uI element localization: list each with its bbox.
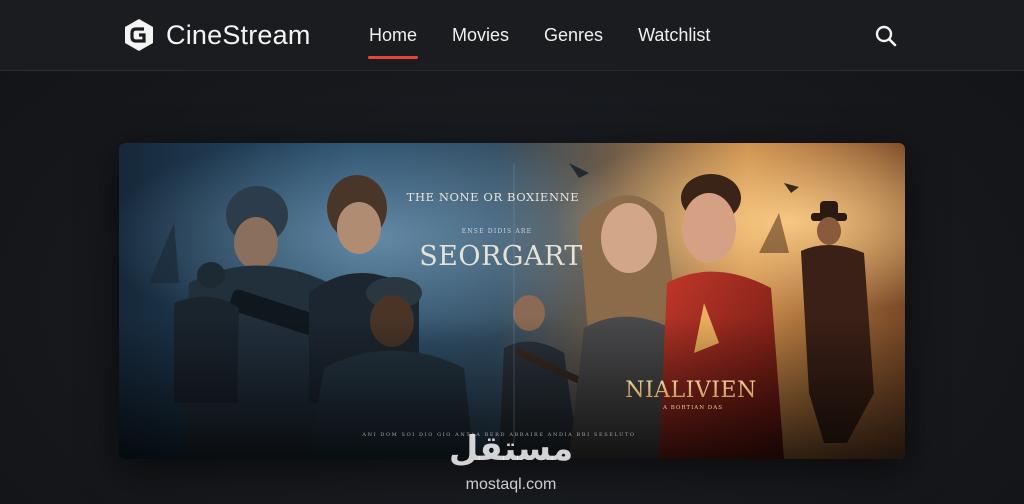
page: CineStream Home Movies Genres Watchlist <box>0 0 1024 504</box>
hero-tagline: THE NONE OR BOXIENNE <box>407 190 580 204</box>
nav-item-watchlist[interactable]: Watchlist <box>638 0 710 71</box>
hero-subline: ENSE DIDIS ARE <box>462 228 532 235</box>
nav-item-movies[interactable]: Movies <box>452 0 509 71</box>
main-nav: Home Movies Genres Watchlist <box>367 0 710 71</box>
nav-item-genres[interactable]: Genres <box>544 0 603 71</box>
hero-right-subline: A BORTIAN DAS <box>662 405 723 411</box>
hero-right-title: NIALIVIEN <box>625 378 757 403</box>
watermark-arabic: مستقل <box>448 429 574 469</box>
nav-item-home[interactable]: Home <box>367 0 419 71</box>
brand[interactable]: CineStream <box>123 17 311 53</box>
search-icon[interactable] <box>874 24 898 48</box>
top-navigation-bar: CineStream Home Movies Genres Watchlist <box>0 0 1024 71</box>
cinestream-logo-icon <box>125 19 153 51</box>
hero-banner[interactable]: THE NONE OR BOXIENNE ENSE DIDIS ARE SEOR… <box>119 143 905 459</box>
hero-left-title: SEORGART <box>419 241 583 272</box>
brand-name: CineStream <box>166 19 311 50</box>
hero-poster-image: THE NONE OR BOXIENNE ENSE DIDIS ARE SEOR… <box>119 143 905 459</box>
watermark-latin: mostaql.com <box>465 476 557 493</box>
